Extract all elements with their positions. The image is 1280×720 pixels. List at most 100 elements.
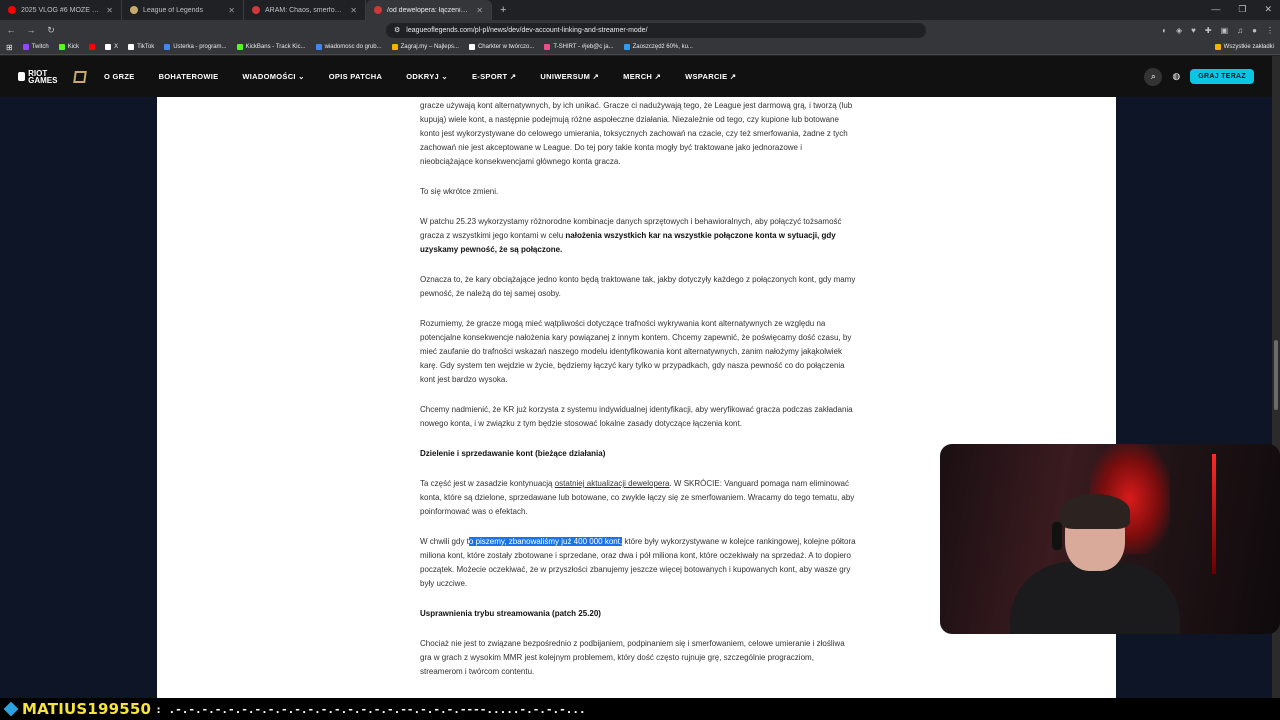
- site-header: RIOT GAMES O GRZE BOHATEROWIE WIADOMOŚCI…: [0, 56, 1272, 97]
- youtube-icon: [89, 44, 96, 50]
- selected-text: o piszemy, zbanowaliśmy już 400 000 kont…: [468, 537, 623, 546]
- bookmark-item[interactable]: Charkter w twórczo...: [468, 44, 534, 50]
- nav-item[interactable]: ODKRYJ ⌄: [406, 72, 448, 81]
- menu-icon[interactable]: ⋮: [1266, 26, 1274, 35]
- sidebar-icon[interactable]: ▣: [1221, 26, 1229, 35]
- league-icon: [130, 6, 138, 14]
- riot-games-logo[interactable]: RIOT GAMES: [18, 69, 64, 84]
- youtube-icon: [8, 6, 16, 14]
- twitch-icon: [22, 44, 29, 50]
- media-icon[interactable]: ♫: [1237, 26, 1243, 35]
- league-logo-icon[interactable]: [73, 70, 87, 83]
- profile-icon[interactable]: ●: [1252, 26, 1257, 35]
- tiktok-icon: [128, 44, 135, 50]
- streamer-hair: [1060, 494, 1130, 529]
- tab-label: League of Legends: [143, 6, 203, 14]
- close-icon[interactable]: ✕: [476, 6, 483, 15]
- puzzle-icon[interactable]: ✚: [1205, 26, 1212, 35]
- headset: [1052, 522, 1062, 550]
- kick-icon: [58, 44, 65, 50]
- bookmark-icon: [315, 44, 322, 50]
- folder-icon: [1214, 44, 1221, 50]
- address-bar[interactable]: ⚙ leagueoflegends.com/pl-pl/news/dev/dev…: [386, 22, 926, 38]
- nav-item[interactable]: E-SPORT ↗: [472, 72, 516, 81]
- bookmark-item[interactable]: Twitch: [22, 44, 49, 50]
- url-text: leagueoflegends.com/pl-pl/news/dev/dev-a…: [406, 26, 648, 34]
- tab-strip: 2025 VLOG #6 MOŻE SIĘ NIE DOWI ✕ League …: [0, 0, 1280, 20]
- paragraph: Ta część jest w zasadzie kontynuacją ost…: [420, 479, 855, 516]
- reload-icon[interactable]: ↻: [46, 25, 56, 36]
- close-icon[interactable]: ✕: [106, 6, 113, 15]
- browser-tab[interactable]: ARAM: Chaos, smerfowanie i inne ak ✕: [244, 0, 366, 20]
- new-tab-icon[interactable]: +: [492, 4, 514, 16]
- window-controls: — ❐ ✕: [1211, 4, 1272, 15]
- bookmark-item[interactable]: [89, 44, 96, 50]
- bookmark-item[interactable]: KickBans - Track Kic...: [236, 44, 306, 50]
- paragraph: W chwili gdy to piszemy, zbanowaliśmy ju…: [420, 537, 856, 588]
- browser-tab-active[interactable]: /od dewelopera: łączenie kont i ✕: [366, 0, 492, 20]
- webcam-overlay: [940, 444, 1280, 634]
- bookmark-item[interactable]: Usterka - program...: [164, 44, 227, 50]
- close-icon[interactable]: ✕: [350, 6, 357, 15]
- red-led-strip: [1212, 454, 1216, 574]
- paragraph: Oznacza to, że kary obciążające jedno ko…: [420, 275, 856, 298]
- header-actions: ⌕ ◍ GRAJ TERAZ: [1144, 67, 1254, 86]
- bookmark-item[interactable]: Zaoszczędź 60%, ku...: [623, 44, 693, 50]
- globe-icon[interactable]: ◍: [1172, 71, 1180, 82]
- browser-tab[interactable]: League of Legends ✕: [122, 0, 244, 20]
- browser-tab[interactable]: 2025 VLOG #6 MOŻE SIĘ NIE DOWI ✕: [0, 0, 122, 20]
- section-heading: Usprawnienia trybu streamowania (patch 2…: [420, 609, 601, 618]
- scrollbar-thumb[interactable]: [1274, 340, 1278, 410]
- site-info-icon[interactable]: ⚙: [394, 26, 400, 34]
- paragraph: W patchu 25.23 wykorzystamy różnorodne k…: [420, 217, 842, 254]
- bookmark-item[interactable]: TikTok: [128, 44, 154, 50]
- extension-icon[interactable]: ◐: [1162, 26, 1167, 35]
- riot-icon: [374, 6, 382, 14]
- bookmark-icon: [164, 44, 171, 50]
- section-heading: Dzielenie i sprzedawanie kont (bieżące d…: [420, 449, 606, 458]
- paragraph: Chociaż nie jest to związane bezpośredni…: [420, 639, 845, 676]
- nav-item[interactable]: WIADOMOŚCI ⌄: [242, 72, 304, 81]
- nav-item[interactable]: BOHATEROWIE: [159, 72, 219, 81]
- paragraph: gracze używają kont alternatywnych, by i…: [420, 101, 853, 166]
- close-window-icon[interactable]: ✕: [1264, 4, 1272, 15]
- nav-item[interactable]: UNIWERSUM ↗: [540, 72, 599, 81]
- nav-item[interactable]: WSPARCIE ↗: [685, 72, 736, 81]
- back-icon[interactable]: ←: [6, 25, 16, 35]
- main-nav: O GRZE BOHATEROWIE WIADOMOŚCI ⌄ OPIS PAT…: [104, 72, 736, 81]
- bookmark-item[interactable]: T-SHIRT - #jeb@c ja...: [544, 44, 614, 50]
- streamer-body: [1010, 562, 1180, 634]
- nav-item[interactable]: O GRZE: [104, 72, 135, 81]
- extension-icon[interactable]: ♥: [1191, 26, 1196, 35]
- paragraph: Rozumiemy, że gracze mogą mieć wątpliwoś…: [420, 319, 852, 384]
- riot-icon: [252, 6, 260, 14]
- tab-label: 2025 VLOG #6 MOŻE SIĘ NIE DOWI: [21, 6, 101, 14]
- all-bookmarks[interactable]: Wszystkie zakładki: [1214, 44, 1274, 50]
- tiktok-icon: [468, 44, 475, 50]
- nav-item[interactable]: OPIS PATCHA: [329, 72, 382, 81]
- apps-icon[interactable]: ⊞: [6, 43, 13, 52]
- chat-message: : .-.-.-.-.-.-.-.-.-.-.-.-.-.-.-.-.-.--.…: [155, 702, 586, 716]
- tab-label: /od dewelopera: łączenie kont i: [387, 6, 471, 14]
- nav-item[interactable]: MERCH ↗: [623, 72, 661, 81]
- bookmark-item[interactable]: Kick: [58, 44, 79, 50]
- chat-overlay: MATIUS199550 : .-.-.-.-.-.-.-.-.-.-.-.-.…: [0, 698, 1280, 720]
- search-icon[interactable]: ⌕: [1144, 67, 1163, 86]
- bookmark-item[interactable]: wiadomosc do grub...: [315, 44, 382, 50]
- extension-icon[interactable]: ◈: [1176, 26, 1182, 35]
- riot-fist-icon: [18, 72, 26, 81]
- forward-icon[interactable]: →: [26, 25, 36, 35]
- maximize-icon[interactable]: ❐: [1238, 4, 1246, 15]
- paragraph: To się wkrótce zmieni.: [420, 187, 499, 196]
- article-link[interactable]: ostatniej aktualizacji dewelopera: [555, 479, 670, 488]
- close-icon[interactable]: ✕: [228, 6, 235, 15]
- bookmark-item[interactable]: Zagraj.my – Najleps...: [391, 44, 459, 50]
- play-now-button[interactable]: GRAJ TERAZ: [1190, 69, 1254, 84]
- bookmark-item[interactable]: X: [105, 44, 118, 50]
- toolbar-extensions: ◐ ◈ ♥ ✚ ▣ ♫ ● ⋮: [1162, 26, 1274, 35]
- chat-badge-icon: [3, 701, 19, 717]
- minimize-icon[interactable]: —: [1211, 4, 1220, 15]
- bookmark-icon: [391, 44, 398, 50]
- browser-toolbar: ← → ↻ ⚙ leagueoflegends.com/pl-pl/news/d…: [0, 20, 1280, 40]
- chat-username: MATIUS199550: [22, 700, 152, 718]
